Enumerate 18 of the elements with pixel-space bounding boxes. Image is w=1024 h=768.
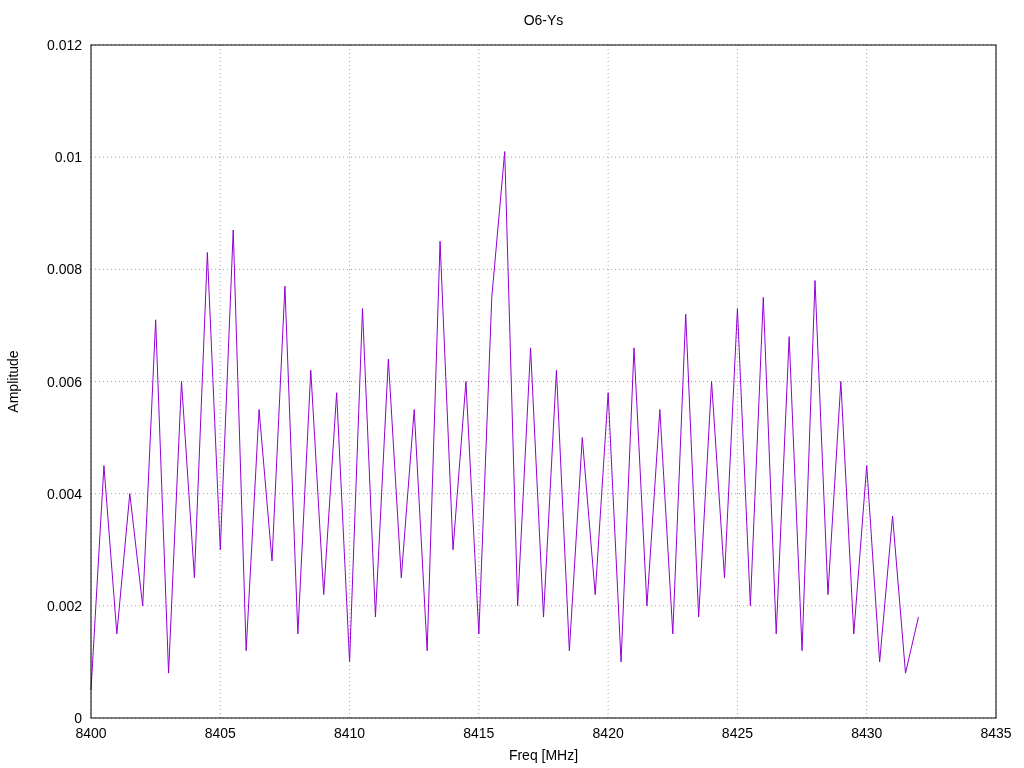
chart-title: O6-Ys [523,12,564,28]
tick-label: 8435 [980,725,1012,741]
tick-label: 8405 [204,725,236,741]
tick-label: 0 [74,710,82,726]
tick-label: 8415 [463,725,495,741]
x-axis-label: Freq [MHz] [508,747,579,763]
tick-label: 8420 [592,725,624,741]
tick-label: 0.004 [46,485,82,502]
tick-label: 0.002 [46,597,82,614]
tick-label: 0.01 [54,149,82,166]
tick-label: 8430 [851,725,883,741]
tick-label: 0.012 [46,37,82,53]
y-axis-label: Amplitude [5,350,21,413]
tick-label: 8410 [334,725,366,741]
tick-label: 0.006 [46,373,82,390]
tick-label: 8425 [721,725,753,741]
tick-label: 0.008 [46,261,82,278]
tick-label: 8400 [75,725,107,741]
